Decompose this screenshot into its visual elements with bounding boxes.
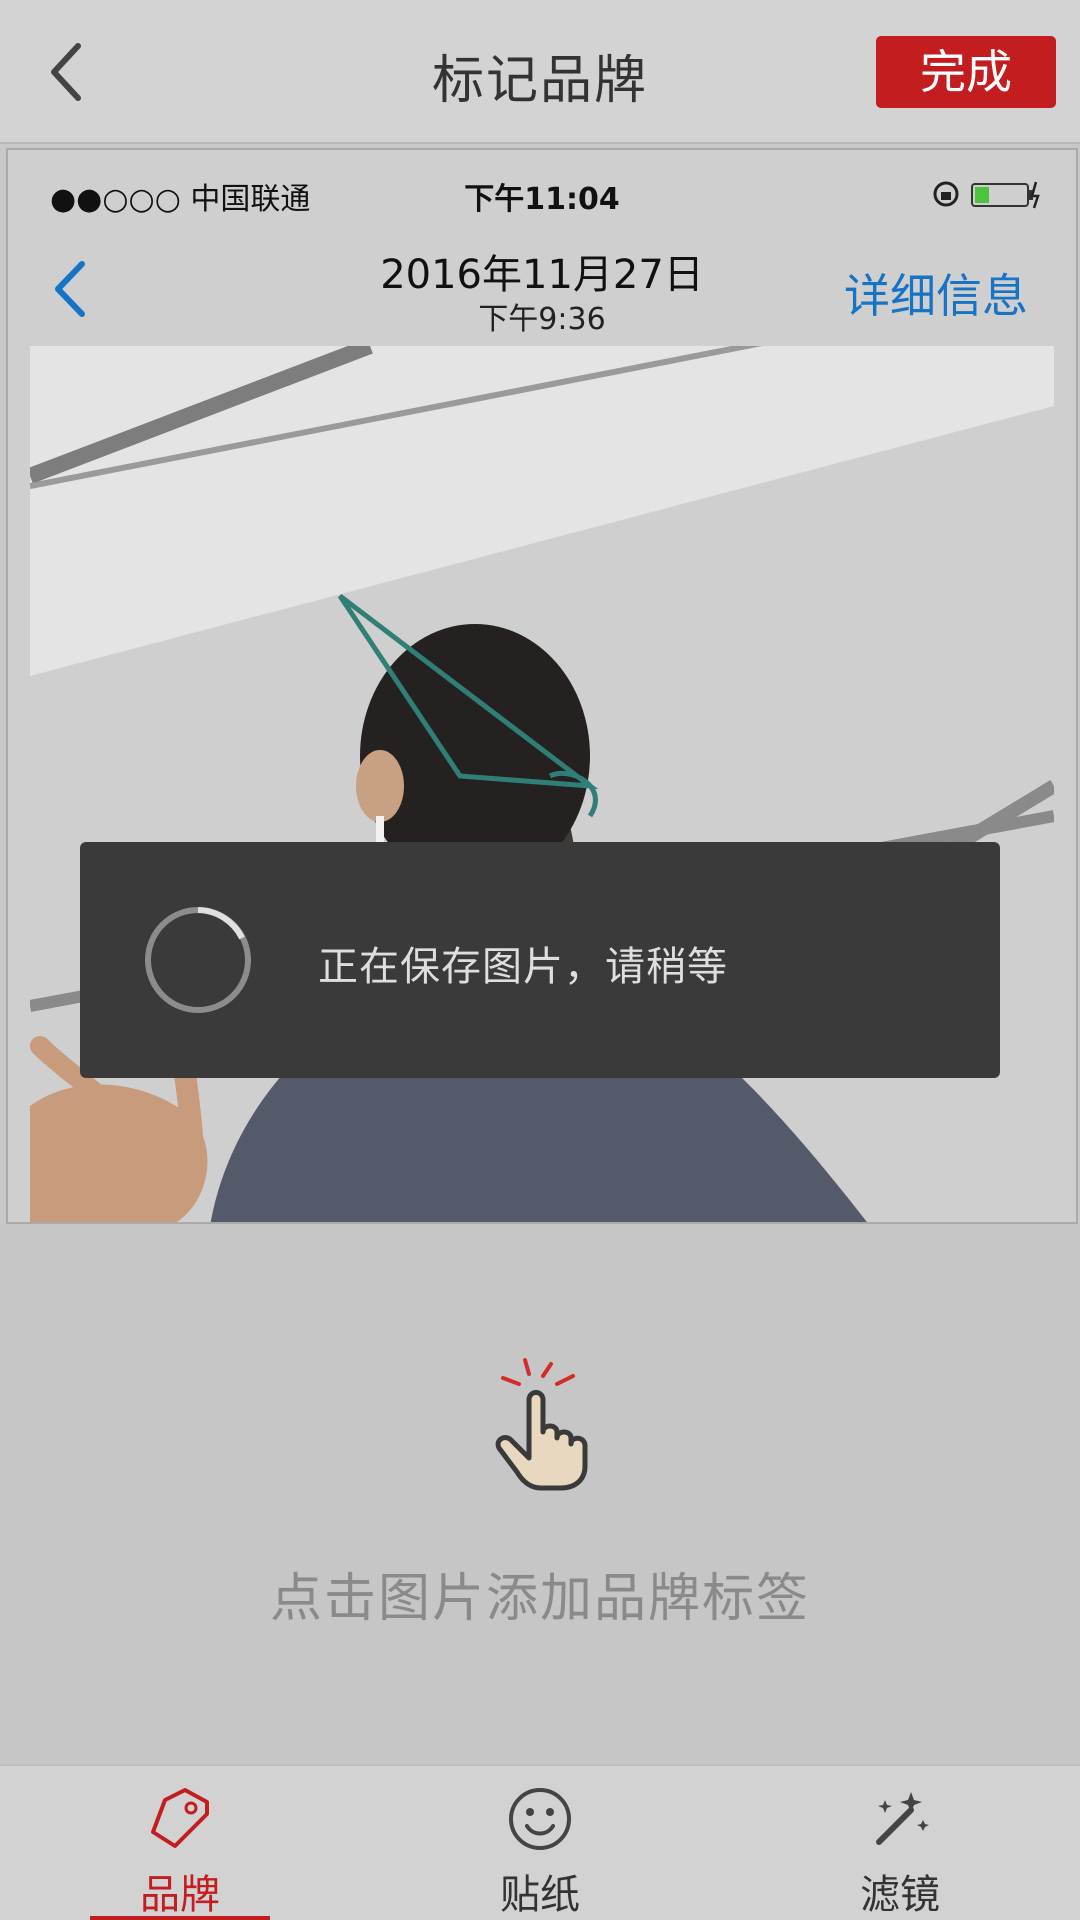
tab-filter[interactable]: 滤镜 <box>810 1766 990 1920</box>
toast-message: 正在保存图片，请稍等 <box>318 944 728 990</box>
inner-status-bar: ●●○○○ 中国联通 下午11:04 <box>28 174 1056 224</box>
user-photo <box>30 346 1054 1222</box>
top-app-bar: 标记品牌 完成 <box>0 0 1080 144</box>
smiley-icon <box>509 1788 571 1850</box>
tab-brand[interactable]: 品牌 <box>90 1766 270 1920</box>
done-button[interactable]: 完成 <box>876 36 1056 108</box>
magic-wand-icon <box>876 1792 929 1845</box>
tab-sticker[interactable]: 贴纸 <box>450 1766 630 1920</box>
tab-sticker-label: 贴纸 <box>500 1872 580 1918</box>
saving-toast: 正在保存图片，请稍等 <box>80 842 1000 1078</box>
active-tab-indicator <box>90 1916 270 1920</box>
hint-message: 点击图片添加品牌标签 <box>269 1569 810 1629</box>
inner-clock: 下午11:04 <box>464 182 620 217</box>
inner-detail-link: 详细信息 <box>844 269 1028 323</box>
hint-panel: 点击图片添加品牌标签 <box>0 1224 1080 1764</box>
tap-hand-icon <box>495 1358 588 1491</box>
tab-brand-label: 品牌 <box>140 1872 220 1918</box>
tab-filter-label: 滤镜 <box>860 1872 940 1918</box>
loading-spinner-icon <box>145 907 251 1013</box>
inner-nav-bar: 2016年11月27日 下午9:36 详细信息 <box>28 234 1056 344</box>
tag-icon <box>151 1788 209 1848</box>
battery-icon <box>932 178 1042 218</box>
bottom-tab-bar: 品牌 贴纸 滤镜 <box>0 1764 1080 1920</box>
